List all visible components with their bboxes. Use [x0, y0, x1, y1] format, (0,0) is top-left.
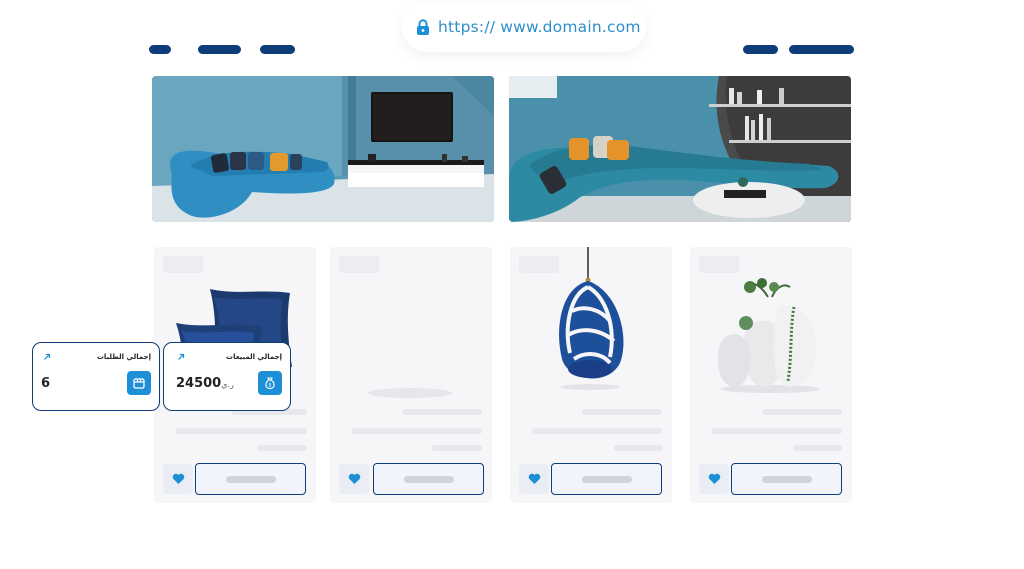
stat-value: ر.ي24500 — [176, 376, 237, 391]
currency-unit: ر.ي — [221, 380, 234, 389]
url-bar[interactable]: https:// www.domain.com — [402, 2, 646, 52]
favorite-button[interactable] — [519, 464, 549, 494]
vase-image — [690, 277, 852, 407]
add-to-cart-button[interactable] — [731, 463, 842, 495]
favorite-button[interactable] — [163, 464, 193, 494]
hero-image-living-room-1[interactable] — [152, 76, 494, 222]
heart-icon — [708, 473, 720, 484]
heart-icon — [528, 473, 540, 484]
arrow-up-right-icon — [178, 353, 185, 360]
heart-icon — [172, 473, 184, 484]
stat-title: إجمالي الطلبات — [96, 353, 151, 361]
nav-action-2[interactable] — [789, 45, 854, 54]
product-card[interactable] — [510, 247, 672, 503]
stat-card-total-sales[interactable]: إجمالي المبيعات ر.ي24500 $ — [163, 342, 291, 411]
product-desc-placeholder — [176, 428, 307, 434]
hero-image-living-room-2[interactable] — [509, 76, 851, 222]
stat-value: 6 — [41, 376, 51, 391]
url-text: https:// www.domain.com — [438, 18, 641, 36]
heart-icon — [348, 473, 360, 484]
add-to-cart-button[interactable] — [551, 463, 662, 495]
stat-number: 24500 — [176, 376, 222, 391]
stat-title: إجمالي المبيعات — [226, 353, 282, 361]
svg-text:$: $ — [268, 383, 271, 389]
add-to-cart-button[interactable] — [195, 463, 306, 495]
placeholder-image — [330, 277, 492, 407]
discount-badge — [699, 256, 739, 273]
product-desc-placeholder — [532, 428, 662, 434]
discount-badge — [339, 256, 379, 273]
product-card[interactable] — [690, 247, 852, 503]
product-price-placeholder — [258, 445, 307, 451]
product-card[interactable] — [330, 247, 492, 503]
nav-link-2[interactable] — [198, 45, 241, 54]
stat-card-total-orders[interactable]: إجمالي الطلبات 6 — [32, 342, 160, 411]
product-desc-placeholder — [352, 428, 482, 434]
page: https:// www.domain.com إجمالي الطلبات 6… — [0, 0, 1024, 569]
money-bag-icon: $ — [258, 371, 282, 395]
product-desc-placeholder — [712, 428, 842, 434]
product-price-placeholder — [432, 445, 482, 451]
product-price-placeholder — [614, 445, 662, 451]
nav-link-3[interactable] — [260, 45, 295, 54]
add-to-cart-button[interactable] — [373, 463, 484, 495]
favorite-button[interactable] — [339, 464, 369, 494]
lock-icon — [417, 19, 429, 35]
product-title-placeholder — [762, 409, 842, 415]
product-title-placeholder — [582, 409, 662, 415]
discount-badge — [163, 256, 203, 273]
nav-link-1[interactable] — [149, 45, 171, 54]
nav-action-1[interactable] — [743, 45, 778, 54]
favorite-button[interactable] — [699, 464, 729, 494]
chair-image — [510, 247, 672, 407]
arrow-up-right-icon — [44, 353, 51, 360]
product-price-placeholder — [794, 445, 842, 451]
box-icon — [127, 371, 151, 395]
product-title-placeholder — [402, 409, 482, 415]
